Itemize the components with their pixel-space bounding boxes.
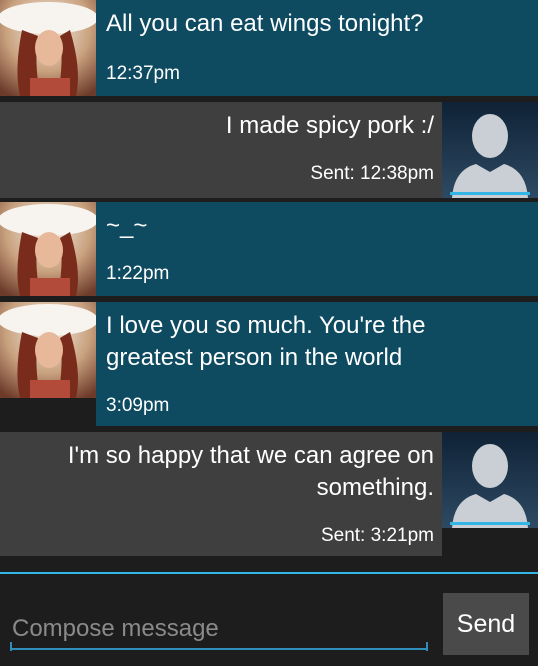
incoming-bubble: I love you so much. You're the greatest … bbox=[96, 302, 538, 426]
message-timestamp: 12:37pm bbox=[106, 63, 180, 84]
default-person-silhouette-icon[interactable] bbox=[442, 102, 538, 198]
send-button[interactable]: Send bbox=[443, 593, 529, 655]
contact-photo-icon[interactable] bbox=[0, 202, 96, 296]
outgoing-bubble: I made spicy pork :/ Sent: 12:38pm bbox=[0, 102, 442, 198]
message-row[interactable]: ~_~ 1:22pm bbox=[0, 202, 538, 296]
compose-bar: Send bbox=[0, 572, 538, 666]
message-row[interactable]: I'm so happy that we can agree on someth… bbox=[0, 432, 538, 556]
outgoing-bubble: I'm so happy that we can agree on someth… bbox=[0, 432, 442, 556]
message-timestamp: Sent: 3:21pm bbox=[320, 525, 434, 546]
message-text: All you can eat wings tonight? bbox=[106, 10, 424, 37]
message-text: I'm so happy that we can agree on someth… bbox=[67, 442, 434, 501]
message-timestamp: 3:09pm bbox=[106, 395, 170, 416]
incoming-bubble: All you can eat wings tonight? 12:37pm bbox=[96, 0, 538, 96]
message-timestamp: 1:22pm bbox=[106, 263, 170, 284]
message-row[interactable]: All you can eat wings tonight? 12:37pm bbox=[0, 0, 538, 96]
compose-message-input[interactable] bbox=[12, 610, 426, 650]
contact-photo-icon[interactable] bbox=[0, 0, 96, 96]
incoming-bubble: ~_~ 1:22pm bbox=[96, 202, 538, 296]
default-person-silhouette-icon[interactable] bbox=[442, 432, 538, 528]
message-text: I made spicy pork :/ bbox=[225, 112, 434, 139]
message-thread[interactable]: All you can eat wings tonight? 12:37pm I… bbox=[0, 0, 538, 572]
message-row[interactable]: I love you so much. You're the greatest … bbox=[0, 302, 538, 426]
message-text: ~_~ bbox=[106, 212, 148, 239]
message-timestamp: Sent: 12:38pm bbox=[310, 163, 434, 184]
message-text: I love you so much. You're the greatest … bbox=[106, 312, 426, 371]
contact-photo-icon[interactable] bbox=[0, 302, 96, 398]
message-row[interactable]: I made spicy pork :/ Sent: 12:38pm bbox=[0, 102, 538, 198]
